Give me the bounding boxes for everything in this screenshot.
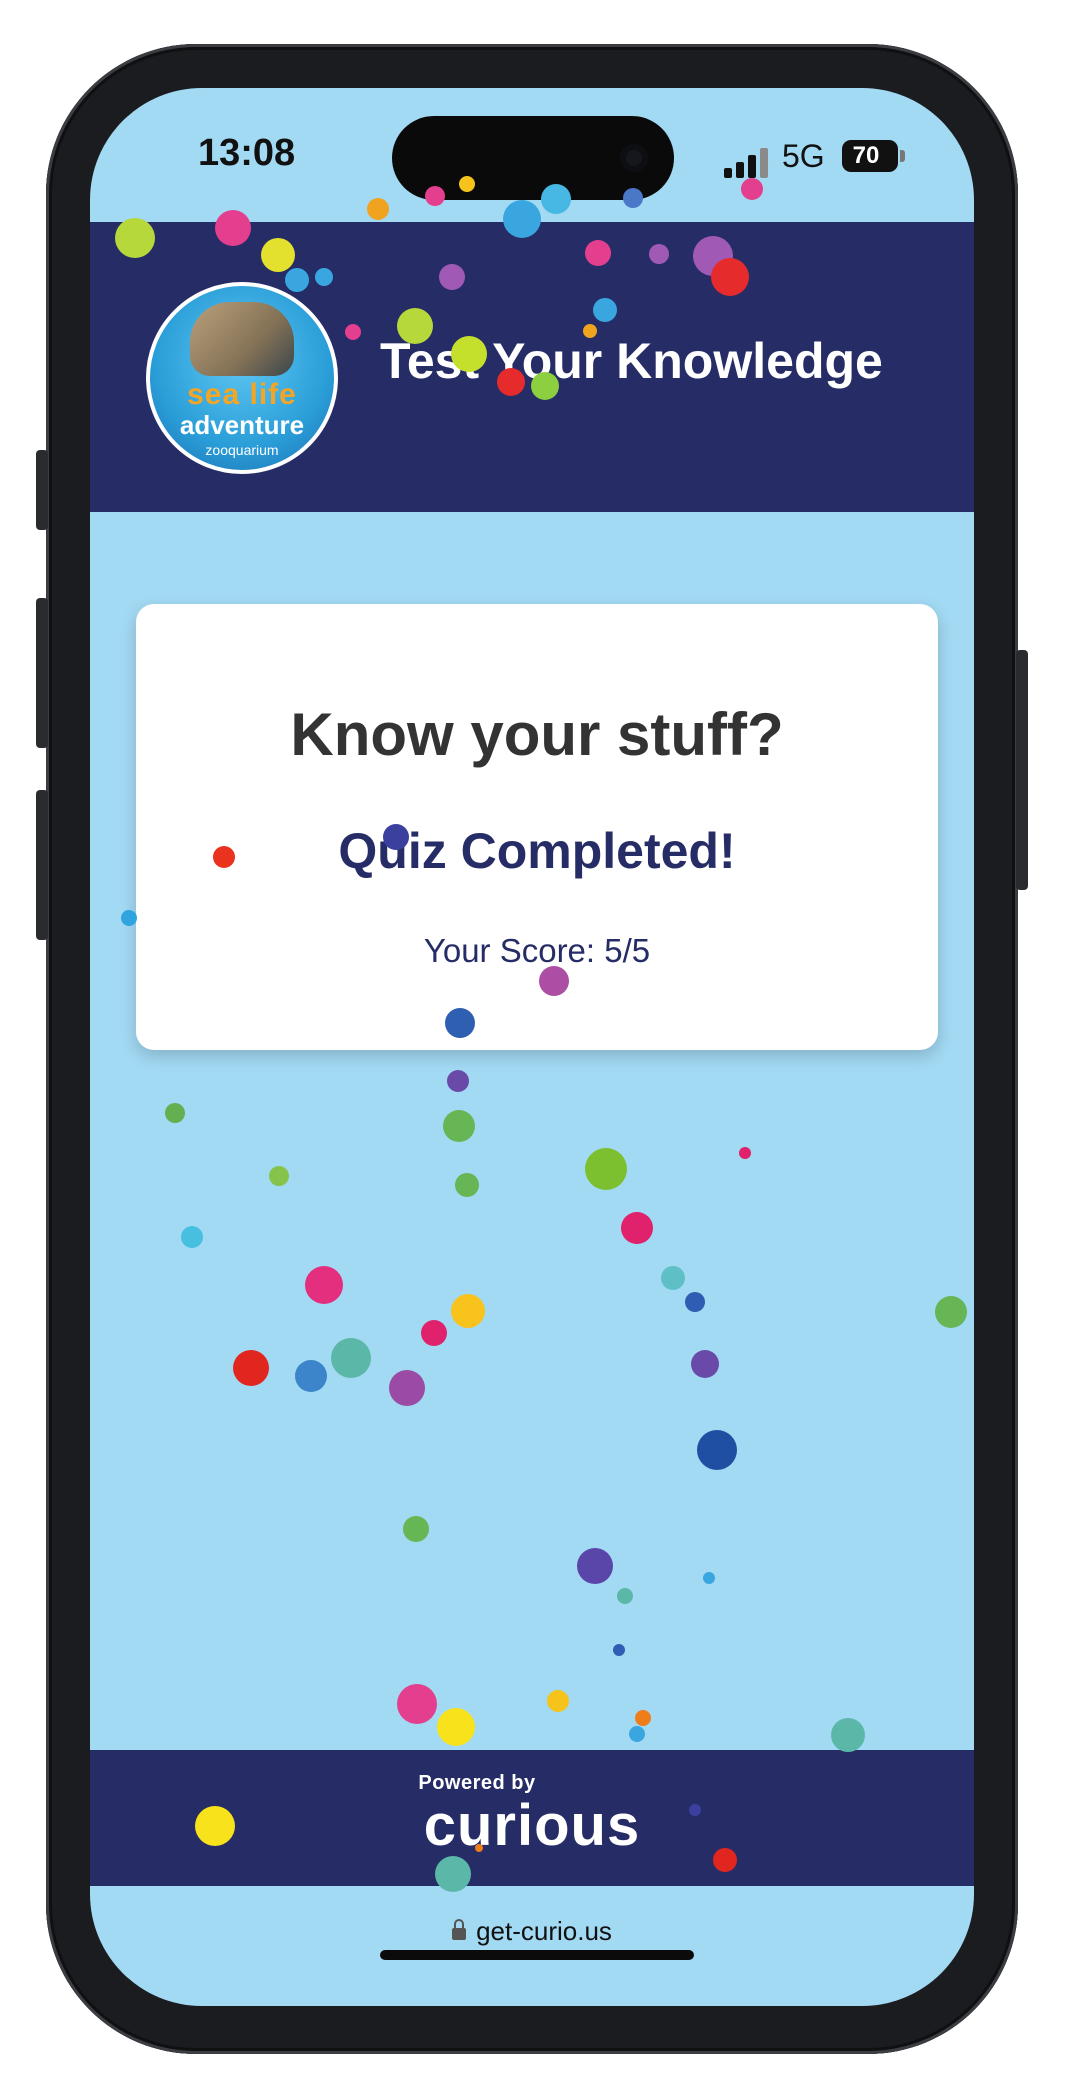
confetti-dot [403,1516,429,1542]
logo-text-zooquarium: zooquarium [205,442,279,458]
confetti-dot [165,1103,185,1123]
logo-animals-image [190,302,294,376]
confetti-dot [635,1710,651,1726]
confetti-dot [421,1320,447,1346]
curious-brand-logo[interactable]: curious [90,1792,974,1859]
sealife-logo[interactable]: sea life adventure zooquarium [146,282,338,474]
page-title: Test Your Knowledge [380,333,883,389]
dynamic-island [392,116,674,200]
signal-icon [724,146,770,178]
confetti-dot [181,1226,203,1248]
confetti-dot [121,910,137,926]
power-button [1016,650,1028,890]
confetti-dot [447,1070,469,1092]
confetti-dot [935,1296,967,1328]
confetti-dot [443,1110,475,1142]
confetti-dot [629,1726,645,1742]
confetti-dot [437,1708,475,1746]
network-type: 5G [782,138,825,174]
quiz-completed-message: Quiz Completed! [338,823,736,879]
battery-level: 70 [852,142,880,169]
confetti-dot [621,1212,653,1244]
confetti-dot [451,1294,485,1328]
quiz-result-card: Know your stuff? Quiz Completed! Your Sc… [136,604,938,1050]
confetti-dot [691,1350,719,1378]
camera-icon [620,144,648,172]
confetti-dot [397,1684,437,1724]
confetti-dot [613,1644,625,1656]
confetti-dot [269,1166,289,1186]
battery-icon: 70 [842,140,905,172]
confetti-dot [389,1370,425,1406]
score-text: Your Score: 5/5 [423,932,651,969]
phone-screen: 13:08 5G 70 sea life adventure zooquariu… [90,88,974,2006]
app-footer: Powered by curious [90,1750,974,1886]
confetti-dot [577,1548,613,1584]
app-header: sea life adventure zooquarium Test Your … [90,222,974,512]
url-display[interactable]: get-curio.us [90,1916,974,1947]
logo-text-adventure: adventure [179,410,305,440]
action-button [36,450,48,530]
confetti-dot [455,1173,479,1197]
volume-down-button [36,790,48,940]
confetti-dot [831,1718,865,1752]
confetti-dot [233,1350,269,1386]
confetti-dot [547,1690,569,1712]
status-time: 13:08 [198,132,296,174]
logo-text-sealife: sea life [187,378,297,411]
status-bar: 13:08 5G 70 [90,88,974,220]
confetti-dot [331,1338,371,1378]
confetti-dot [661,1266,685,1290]
confetti-dot [295,1360,327,1392]
confetti-dot [697,1430,737,1470]
confetti-dot [617,1588,633,1604]
confetti-dot [739,1147,751,1159]
lock-icon [452,1919,467,1940]
home-indicator[interactable] [380,1950,694,1960]
confetti-dot [685,1292,705,1312]
browser-address-bar[interactable]: get-curio.us [90,1886,974,2006]
card-heading: Know your stuff? [290,701,784,768]
url-text: get-curio.us [476,1916,612,1946]
volume-up-button [36,598,48,748]
confetti-dot [703,1572,715,1584]
confetti-dot [305,1266,343,1304]
confetti-dot [585,1148,627,1190]
